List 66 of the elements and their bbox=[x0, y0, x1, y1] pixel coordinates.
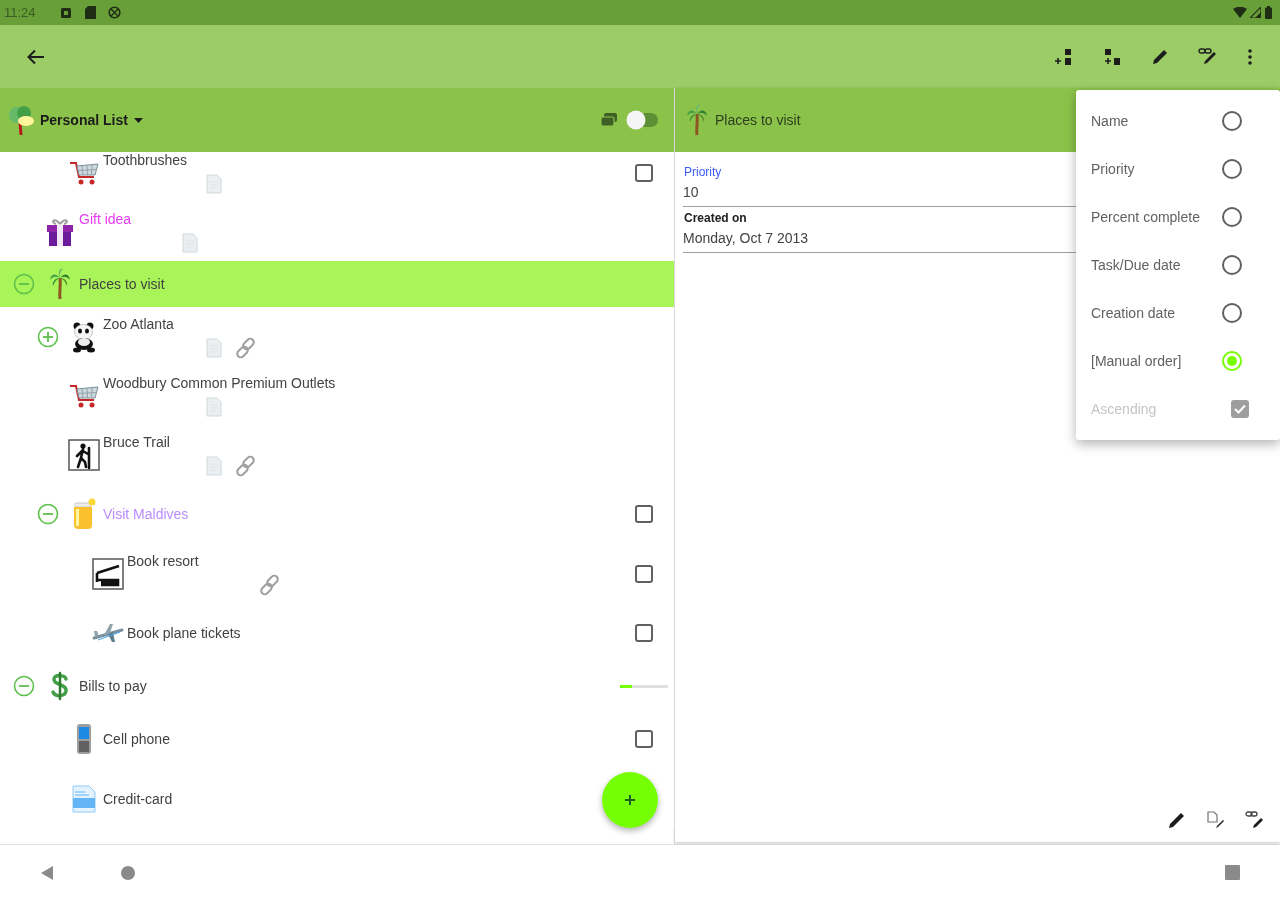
stacked-cards-icon[interactable] bbox=[600, 112, 618, 128]
radio-empty-icon[interactable] bbox=[1222, 303, 1242, 323]
link-pencil-icon bbox=[1198, 47, 1218, 66]
tree-icon bbox=[7, 104, 35, 136]
pencil-icon bbox=[1168, 811, 1186, 829]
caret-down-icon bbox=[133, 117, 143, 123]
pencil-icon bbox=[1151, 47, 1169, 66]
tree-row[interactable]: Places to visit bbox=[0, 261, 674, 307]
detail-title: Places to visit bbox=[715, 110, 801, 130]
home-circle-icon[interactable] bbox=[121, 865, 135, 880]
radio-selected-icon[interactable] bbox=[1222, 351, 1242, 371]
checkbox[interactable] bbox=[635, 505, 653, 523]
card-document-icon bbox=[71, 784, 97, 814]
item-label: Zoo Atlanta bbox=[103, 315, 174, 332]
checkbox[interactable] bbox=[635, 624, 653, 642]
jar-icon bbox=[71, 498, 97, 530]
item-label: Credit-card bbox=[103, 791, 173, 807]
mobile-phone-icon bbox=[74, 723, 94, 755]
sort-option[interactable]: [Manual order] bbox=[1076, 337, 1280, 385]
edit-link-button[interactable] bbox=[1245, 810, 1265, 830]
sd-card-icon bbox=[85, 6, 96, 19]
airplane-icon bbox=[92, 622, 124, 644]
item-label: Toothbrushes bbox=[103, 152, 188, 168]
field-label: Priority bbox=[684, 165, 722, 179]
palm-tree-icon bbox=[49, 268, 71, 300]
item-label: Book resort bbox=[127, 552, 199, 569]
add-child-block-icon bbox=[1102, 47, 1122, 66]
palm-tree-icon bbox=[686, 104, 708, 136]
more-vertical-icon bbox=[1248, 48, 1252, 65]
radio-empty-icon[interactable] bbox=[1222, 207, 1242, 227]
list-dropdown[interactable]: Personal List bbox=[40, 109, 143, 131]
hiker-icon bbox=[68, 438, 100, 471]
wifi-icon bbox=[1233, 7, 1247, 18]
radio-empty-icon[interactable] bbox=[1222, 255, 1242, 275]
checkbox[interactable] bbox=[635, 163, 653, 182]
sort-option[interactable]: Creation date bbox=[1076, 289, 1280, 337]
dollar-sign-icon bbox=[50, 671, 70, 701]
lounge-chair-icon bbox=[92, 557, 124, 590]
toggle-switch[interactable] bbox=[626, 110, 660, 130]
item-label: Places to visit bbox=[79, 276, 165, 292]
note-pencil-icon bbox=[1206, 811, 1226, 829]
clock-time: 11:24 bbox=[4, 3, 37, 22]
checkbox[interactable] bbox=[635, 564, 653, 583]
panda-icon bbox=[70, 320, 98, 353]
item-label: Bruce Trail bbox=[103, 433, 170, 450]
field-label: Created on bbox=[684, 211, 747, 225]
item-label: Woodbury Common Premium Outlets bbox=[103, 374, 336, 391]
item-label: Bills to pay bbox=[79, 678, 147, 694]
item-label: Cell phone bbox=[103, 731, 170, 747]
plus-icon bbox=[624, 794, 636, 806]
item-label: Gift idea bbox=[79, 210, 132, 227]
add-block-icon bbox=[1054, 47, 1074, 66]
item-label: Visit Maldives bbox=[103, 506, 189, 522]
battery-icon bbox=[1265, 6, 1272, 19]
circled-x-icon bbox=[108, 6, 121, 19]
sort-option[interactable]: Name bbox=[1076, 97, 1280, 145]
item-label: Book plane tickets bbox=[127, 625, 241, 641]
back-triangle-icon[interactable] bbox=[40, 864, 54, 881]
edit-button[interactable] bbox=[1167, 810, 1187, 830]
radio-empty-icon[interactable] bbox=[1222, 111, 1242, 131]
edit-note-button[interactable] bbox=[1206, 810, 1226, 830]
back-arrow-icon bbox=[27, 48, 45, 65]
signal-icon bbox=[1250, 7, 1261, 18]
checkbox[interactable] bbox=[635, 730, 653, 748]
link-pencil-icon bbox=[1245, 811, 1265, 829]
radio-empty-icon[interactable] bbox=[1222, 159, 1242, 179]
